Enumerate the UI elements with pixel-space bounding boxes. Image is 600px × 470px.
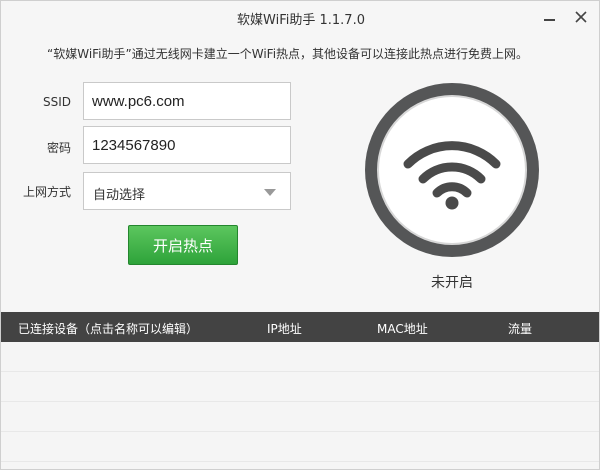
mode-label: 上网方式 (22, 185, 71, 199)
close-icon (575, 11, 587, 23)
minimize-icon (543, 19, 555, 21)
password-label: 密码 (46, 141, 71, 155)
start-hotspot-button[interactable]: 开启热点 (128, 225, 238, 265)
password-input[interactable] (83, 126, 291, 164)
ssid-label: SSID (42, 95, 71, 109)
hotspot-status: 未开启 (431, 275, 473, 291)
title-bar: 软媒WiFi助手 1.1.7.0 (1, 1, 599, 33)
ssid-input[interactable] (83, 82, 291, 120)
mode-select-value: 自动选择 (93, 188, 146, 203)
app-description: “软媒WiFi助手”通过无线网卡建立一个WiFi热点，其他设备可以连接此热点进行… (47, 47, 529, 61)
minimize-button[interactable] (539, 7, 559, 27)
table-row (1, 342, 599, 372)
table-row (1, 402, 599, 432)
hotspot-toggle[interactable] (365, 83, 539, 257)
wifi-icon (403, 141, 501, 210)
window-title: 软媒WiFi助手 1.1.7.0 (237, 13, 365, 28)
close-button[interactable] (571, 7, 591, 27)
column-header-device: 已连接设备（点击名称可以编辑） (18, 322, 199, 336)
table-row (1, 372, 599, 402)
hotspot-toggle-inner (377, 95, 527, 245)
column-header-ip: IP地址 (267, 322, 302, 336)
dropdown-arrow-icon (264, 189, 276, 196)
app-window: 软媒WiFi助手 1.1.7.0 “软媒WiFi助手”通过无线网卡建立一个WiF… (0, 0, 600, 470)
column-header-mac: MAC地址 (377, 322, 428, 336)
devices-table-header: 已连接设备（点击名称可以编辑） IP地址 MAC地址 流量 (1, 312, 599, 342)
devices-table-body (1, 342, 599, 469)
mode-select[interactable]: 自动选择 (83, 172, 291, 210)
table-row (1, 432, 599, 462)
column-header-traffic: 流量 (508, 322, 533, 336)
